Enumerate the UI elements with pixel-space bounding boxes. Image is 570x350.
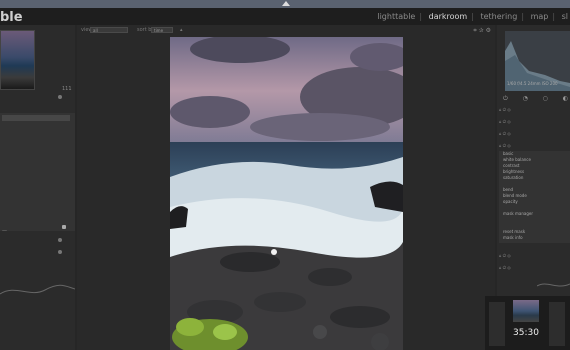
left-panel: 111 — [0,25,75,350]
view-map[interactable]: map [531,12,549,21]
power-icon[interactable]: ⏻ [503,95,508,103]
view-switcher: lighttable | darkroom | tethering | map | sl [375,12,570,21]
expand-top-arrow-icon[interactable] [282,1,290,6]
sort-order-icon[interactable]: ▴ [180,27,183,33]
filmstrip-thumb[interactable] [549,302,565,346]
module-header-icons[interactable]: ⌂ ⏻ ◎ [499,131,511,136]
history-selected-item[interactable] [2,115,70,121]
left-row-text: 111 [62,86,72,92]
view-select[interactable]: all [90,27,128,33]
module-parameter-list: basic white balance contrast brightness … [499,151,570,243]
module-item[interactable]: mask info [499,235,570,241]
curve-icon [537,283,570,287]
toolbar-icons: ⌗ ✰ ⚙ [473,27,491,35]
contrast-icon[interactable]: ◐ [563,95,568,103]
main-image[interactable] [170,37,403,350]
settings-icon[interactable]: ⚙ [486,27,491,34]
star-icon[interactable]: ✰ [479,27,484,34]
module-header-icons[interactable]: ⌂ ⏻ ◎ [499,253,511,258]
seascape-photo [170,37,403,350]
module-header-icons[interactable]: ⌂ ⏻ ◎ [499,143,511,148]
module-header-icons[interactable]: ⌂ ⏻ ◎ [499,119,511,124]
view-darkroom[interactable]: darkroom [429,12,468,21]
module-header-icons[interactable]: ⌂ ⏻ ◎ [499,107,511,112]
app-title: ble [0,10,23,25]
compress-history-icon[interactable] [62,225,66,229]
active-modules-icon[interactable]: ◔ [523,95,528,103]
left-toggle-dot-icon[interactable] [58,238,62,242]
sort-select[interactable]: time [151,27,173,33]
video-timestamp: 35:30 [513,328,539,338]
module-group-tabs: ⏻ ◔ ○ ◐ [503,95,568,103]
view-slideshow[interactable]: sl [562,12,568,21]
circle-icon[interactable]: ○ [543,95,548,103]
view-lighttable[interactable]: lighttable [377,12,415,21]
navigation-thumbnail[interactable] [0,30,35,90]
view-separator: | [552,12,556,21]
top-strip[interactable] [0,0,570,8]
toggle-dot-icon[interactable] [58,95,62,99]
filmstrip-thumb[interactable] [489,302,505,346]
view-tethering[interactable]: tethering [480,12,517,21]
header-bar: ble lighttable | darkroom | tethering | map… [0,8,570,25]
tone-curve-icon [0,284,75,295]
filmstrip-current-thumb[interactable] [513,300,539,322]
module-header-icons[interactable]: ⌂ ⏻ ◎ [499,265,511,270]
center-toolbar: view all sort by time ▴ ⌗ ✰ ⚙ [77,25,495,37]
history-panel [0,113,75,231]
exif-info: 1/60 f/4.5 24mm ISO 200 [507,81,558,86]
view-separator: | [471,12,474,21]
view-separator: | [521,12,525,21]
view-separator: | [419,12,423,21]
left-toggle-dot-icon[interactable] [58,250,62,254]
filmstrip: 35:30 [485,296,570,350]
left-row-text: — [2,228,7,234]
grouping-icon[interactable]: ⌗ [473,27,476,34]
